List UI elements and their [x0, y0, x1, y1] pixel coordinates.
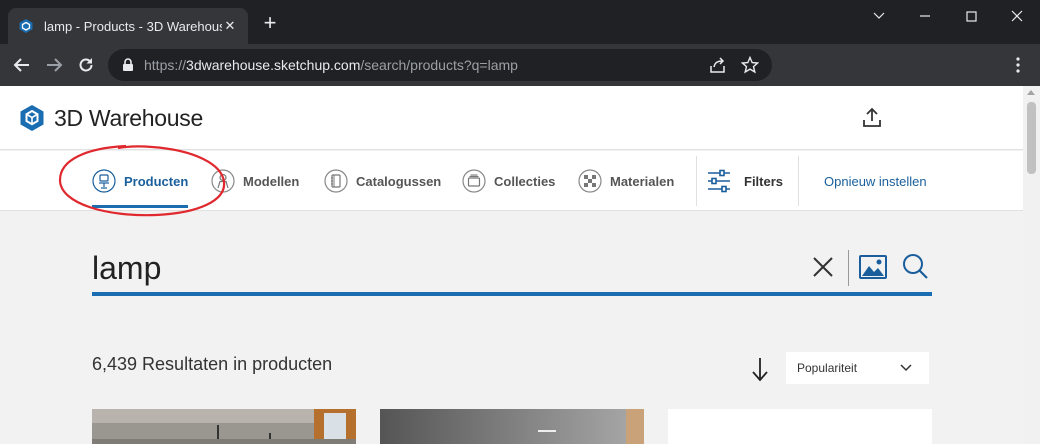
- new-tab-icon[interactable]: +: [258, 12, 282, 34]
- tab-label: Materialen: [610, 173, 675, 189]
- share-icon[interactable]: [708, 55, 728, 75]
- address-bar[interactable]: https://3dwarehouse.sketchup.com/search/…: [108, 49, 772, 81]
- catalog-icon: [324, 169, 348, 193]
- search-icon[interactable]: [900, 252, 930, 282]
- browser-tab[interactable]: lamp - Products - 3D Warehouse ✕: [8, 8, 248, 44]
- search-bar: lamp: [92, 242, 932, 296]
- url-text: https://3dwarehouse.sketchup.com/search/…: [144, 57, 518, 73]
- active-tab-underline: [92, 205, 188, 208]
- product-thumbnail: [92, 409, 356, 444]
- product-card[interactable]: [380, 409, 644, 444]
- tab-search-icon[interactable]: [856, 0, 902, 32]
- lock-icon: [123, 58, 133, 71]
- back-arrow-icon[interactable]: [10, 53, 34, 77]
- tab-label: Producten: [124, 173, 189, 189]
- page-content: 3D Warehouse Producten Modellen Catalogu…: [0, 86, 1023, 444]
- browser-toolbar: https://3dwarehouse.sketchup.com/search/…: [0, 44, 1040, 86]
- search-divider: [848, 250, 849, 286]
- chevron-down-icon: [900, 364, 912, 372]
- reset-link[interactable]: Opnieuw instellen: [824, 151, 927, 211]
- browser-menu-icon[interactable]: [1006, 53, 1030, 77]
- site-logo[interactable]: 3D Warehouse: [18, 104, 203, 132]
- 3d-warehouse-favicon-icon: [19, 19, 33, 33]
- scroll-up-icon[interactable]: [1027, 90, 1035, 95]
- scrollbar-thumb[interactable]: [1027, 102, 1036, 174]
- tab-collecties[interactable]: Collecties: [462, 151, 555, 211]
- tab-modellen[interactable]: Modellen: [211, 151, 299, 211]
- tab-label: Collecties: [494, 173, 556, 189]
- sort-direction-arrow-icon[interactable]: [750, 356, 770, 382]
- tab-materialen[interactable]: Materialen: [578, 151, 674, 211]
- upload-icon[interactable]: [860, 106, 884, 130]
- product-thumbnail: [380, 409, 644, 444]
- sort-selected-value: Populariteit: [797, 361, 858, 375]
- minimize-icon[interactable]: [902, 0, 948, 32]
- bookmark-star-icon[interactable]: [740, 55, 760, 75]
- clear-search-icon[interactable]: [808, 252, 838, 282]
- maximize-icon[interactable]: [948, 0, 994, 32]
- page-scrollbar[interactable]: [1023, 86, 1040, 444]
- chair-icon: [92, 169, 116, 193]
- brand-name: 3D Warehouse: [54, 104, 203, 131]
- reload-icon[interactable]: [74, 53, 98, 77]
- window-close-icon[interactable]: [994, 0, 1040, 32]
- tab-catalogussen[interactable]: Catalogussen: [324, 151, 441, 211]
- divider: [696, 156, 697, 206]
- browser-tab-strip: lamp - Products - 3D Warehouse ✕ +: [0, 0, 1040, 44]
- divider: [798, 156, 799, 206]
- tab-close-icon[interactable]: ✕: [222, 18, 238, 34]
- content-type-bar: Producten Modellen Catalogussen Collecti…: [0, 151, 1023, 211]
- product-card[interactable]: [668, 409, 932, 444]
- person-icon: [211, 169, 235, 193]
- filters-button[interactable]: Filters: [706, 151, 783, 211]
- 3d-warehouse-logo-icon: [20, 105, 44, 131]
- sliders-icon: [708, 169, 730, 193]
- search-underline: [92, 292, 932, 296]
- material-icon: [578, 169, 602, 193]
- results-summary: 6,439 Resultaten in producten: [92, 354, 333, 374]
- product-card[interactable]: [92, 409, 356, 444]
- site-header: 3D Warehouse: [0, 86, 1023, 150]
- tab-label: Catalogussen: [356, 173, 442, 189]
- filters-label: Filters: [744, 173, 784, 189]
- collection-icon: [462, 169, 486, 193]
- tab-producten[interactable]: Producten: [92, 151, 188, 211]
- forward-arrow-icon[interactable]: [42, 53, 66, 77]
- image-search-icon[interactable]: [858, 252, 888, 282]
- tab-label: Modellen: [243, 173, 300, 189]
- tab-title: lamp - Products - 3D Warehouse: [44, 18, 222, 34]
- search-input[interactable]: lamp: [92, 250, 161, 287]
- sort-dropdown[interactable]: Populariteit: [786, 352, 929, 384]
